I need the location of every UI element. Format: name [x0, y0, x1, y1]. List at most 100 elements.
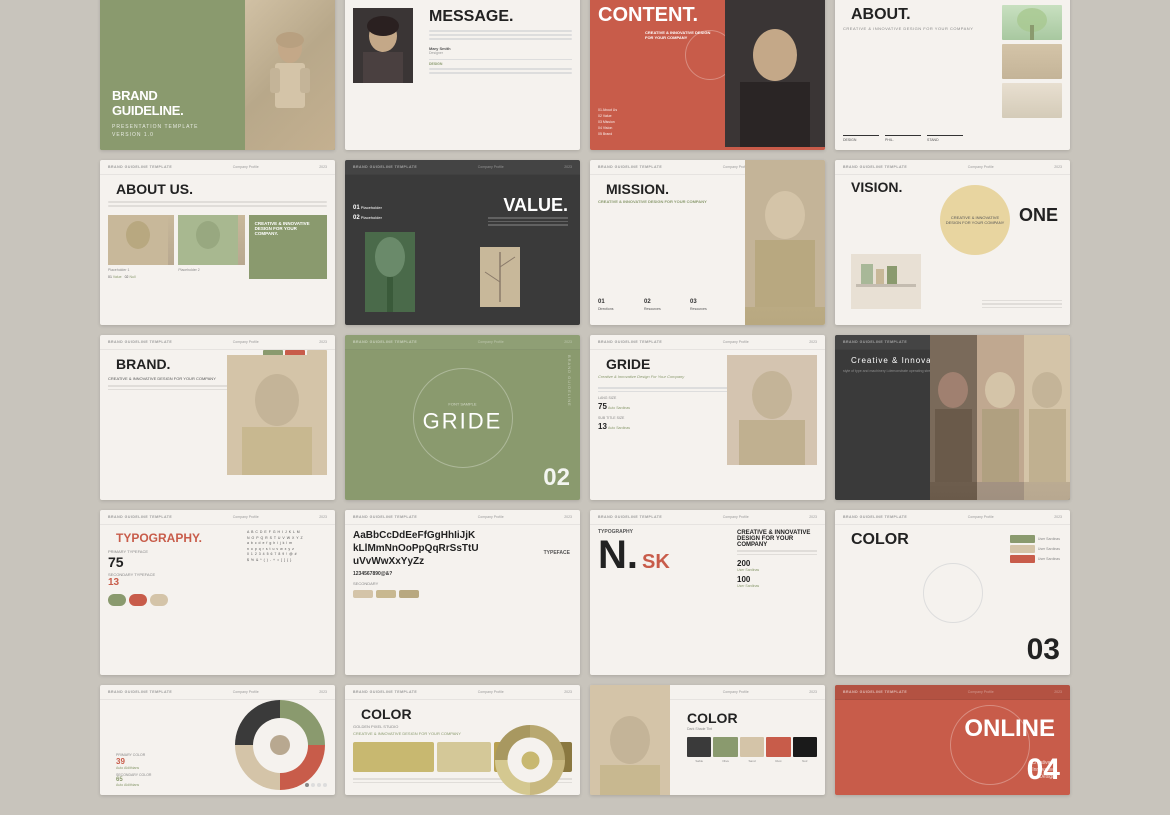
slide-gride-font[interactable]: BRAND GUIDELINE TEMPLATE Company Profile… [345, 335, 580, 500]
placeholder-label-2: Placeholder 2 [178, 268, 244, 272]
swatch-dark [687, 737, 711, 757]
text-line [108, 205, 327, 207]
plant-image [1002, 5, 1062, 125]
circle-text: CREATIVE & INNOVATIVE DESIGN FOR YOUR CO… [940, 211, 1010, 229]
num-list: 01 Placeholder 02 Placeholder [353, 205, 382, 221]
col-num: 01 [598, 299, 640, 305]
metric-sub-2: Auto Sardinas [608, 426, 630, 430]
branch-svg [480, 247, 520, 307]
swatch-rust [766, 737, 790, 757]
year-label: 2023 [319, 515, 327, 519]
swatch-1 [353, 742, 434, 772]
one-label: ONE [1019, 205, 1058, 226]
circle-decoration: CREATIVE & INNOVATIVE DESIGN FOR YOUR CO… [940, 185, 1010, 255]
slide-message[interactable]: BRAND GUIDELINE TEMPLATE Company Profile… [345, 0, 580, 150]
color-info: COLOR Dark Shade Tint [687, 710, 817, 763]
slide-color-2[interactable]: BRAND GUIDELINE TEMPLATE Company Profile… [345, 685, 580, 795]
slide-header: BRAND GUIDELINE TEMPLATE Company Profile… [835, 510, 1070, 525]
swatch-col-3 [740, 737, 764, 757]
slide-color-1[interactable]: BRAND GUIDELINE TEMPLATE Company Profile… [100, 685, 335, 795]
slide-online[interactable]: BRAND GUIDELINE TEMPLATE Company Profile… [835, 685, 1070, 795]
plant-box-1 [1002, 5, 1062, 40]
message-title: MESSAGE. [429, 8, 572, 26]
person-photo [727, 355, 817, 465]
flower-img [365, 232, 415, 312]
slide-team[interactable]: BRAND GUIDELINE TEMPLATE Company Profile… [835, 335, 1070, 500]
brand-label: BRAND GUIDELINE TEMPLATE [353, 340, 417, 344]
brand-label: BRAND GUIDELINE TEMPLATE [598, 340, 662, 344]
swatch-label: User Sardinas [1038, 547, 1060, 551]
swatch-beige [740, 737, 764, 757]
col-num: 02 [644, 299, 686, 305]
person-3 [1024, 335, 1070, 500]
slide-gride-desc[interactable]: BRAND GUIDELINE TEMPLATE Company Profile… [590, 335, 825, 500]
slides-grid: BRAND GUIDELINE TEMPLATE Company Profile… [80, 0, 1090, 815]
lbl-4: Rust [766, 759, 790, 763]
slide-number: 02 [543, 464, 570, 492]
slide-brand[interactable]: BRAND GUIDELINE TEMPLATE Company Profile… [100, 335, 335, 500]
brand-label: BRAND GUIDELINE TEMPLATE [843, 165, 907, 169]
slide-content-page[interactable]: BRAND GUIDELINE TEMPLATE Company Profile… [590, 0, 825, 150]
slide-vision[interactable]: BRAND GUIDELINE TEMPLATE Company Profile… [835, 160, 1070, 325]
color-swatch-2: User Sardinas [1010, 545, 1060, 553]
year-label: 2023 [1054, 515, 1062, 519]
text-line [737, 554, 817, 556]
dot-1 [305, 783, 309, 787]
shelf-svg [851, 254, 921, 309]
slide-color-3[interactable]: BRAND GUIDELINE TEMPLATE Company Profile… [590, 685, 825, 795]
text-right [488, 215, 568, 228]
photo-svg [227, 355, 327, 475]
slide-about[interactable]: BRAND GUIDELINE TEMPLATE Company Profile… [835, 0, 1070, 150]
font-name: GRIDE [423, 408, 503, 434]
person-svg-2 [977, 335, 1024, 482]
company-label: Company Profile [723, 340, 749, 344]
photo-box [227, 355, 327, 475]
swatch-2 [437, 742, 491, 772]
slide-typography-1[interactable]: BRAND GUIDELINE TEMPLATE Company Profile… [100, 510, 335, 675]
label-shade: Shade [695, 727, 706, 731]
col-stand: STAND [927, 135, 963, 142]
slide-header: BRAND GUIDELINE TEMPLATE Company Profile… [345, 510, 580, 525]
slide-content: ABOUT US. Placeholder 1 01 Value [100, 175, 335, 283]
brand-label: BRAND GUIDELINE TEMPLATE [108, 340, 172, 344]
swatch-label: User Sardinas [1038, 537, 1060, 541]
slide-mission[interactable]: BRAND GUIDELINE TEMPLATE Company Profile… [590, 160, 825, 325]
label: DESIGN [429, 59, 572, 66]
char-grid: A B C D E F G H I J K L M N O P Q R S T … [247, 530, 327, 564]
design-box: CREATIVE & INNOVATIVE DESIGN FOR YOUR CO… [645, 30, 715, 42]
slide-brand-guideline[interactable]: BRAND GUIDELINE TEMPLATE Company Profile… [100, 0, 335, 150]
slide-color-03[interactable]: BRAND GUIDELINE TEMPLATE Company Profile… [835, 510, 1070, 675]
slide-header: BRAND GUIDELINE TEMPLATE Company Profile… [590, 335, 825, 350]
font-sample: FONT SAMPLE GRIDE [423, 401, 503, 434]
brand-label: BRAND GUIDELINE TEMPLATE [843, 515, 907, 519]
photo-left [590, 685, 670, 795]
slide-value[interactable]: BRAND GUIDELINE TEMPLATE Company Profile… [345, 160, 580, 325]
slide-content: VALUE. 01 Placeholder 02 Placeholder [345, 175, 580, 322]
vision-text [982, 298, 1062, 311]
color-wheel-2 [495, 725, 565, 795]
brand-label: BRAND GUIDELINE TEMPLATE [353, 515, 417, 519]
slide-body: COLOR GOLDEN PIXEL STUDIO CREATIVE & INN… [345, 700, 580, 792]
swatch-col-1 [687, 737, 711, 757]
year-label: 2023 [1054, 690, 1062, 694]
circle-inner [508, 738, 553, 783]
brand-label: BRAND GUIDELINE TEMPLATE [843, 690, 907, 694]
company-label: Company Profile [478, 165, 504, 169]
company-label: Company Profile [478, 690, 504, 694]
list-item: 05 Brand [598, 131, 707, 137]
photo-svg-2 [178, 215, 238, 265]
cols: DESIGN PHIL. STAND [843, 135, 963, 142]
person-photo [745, 160, 825, 307]
slide-number: 03 [1027, 633, 1060, 667]
lbl-1: Sable [687, 759, 711, 763]
slide-typography-3[interactable]: BRAND GUIDELINE TEMPLATE Company Profile… [590, 510, 825, 675]
slide-typography-2[interactable]: BRAND GUIDELINE TEMPLATE Company Profile… [345, 510, 580, 675]
text-line [488, 217, 568, 219]
swatch-col-4 [766, 737, 790, 757]
placeholder-label: Placeholder 1 [108, 268, 174, 272]
slide-about-us[interactable]: BRAND GUIDELINE TEMPLATE Company Profile… [100, 160, 335, 325]
text-line [982, 300, 1062, 302]
year-label: 2023 [564, 690, 572, 694]
photo-box [727, 355, 817, 465]
photo-box [353, 8, 413, 83]
